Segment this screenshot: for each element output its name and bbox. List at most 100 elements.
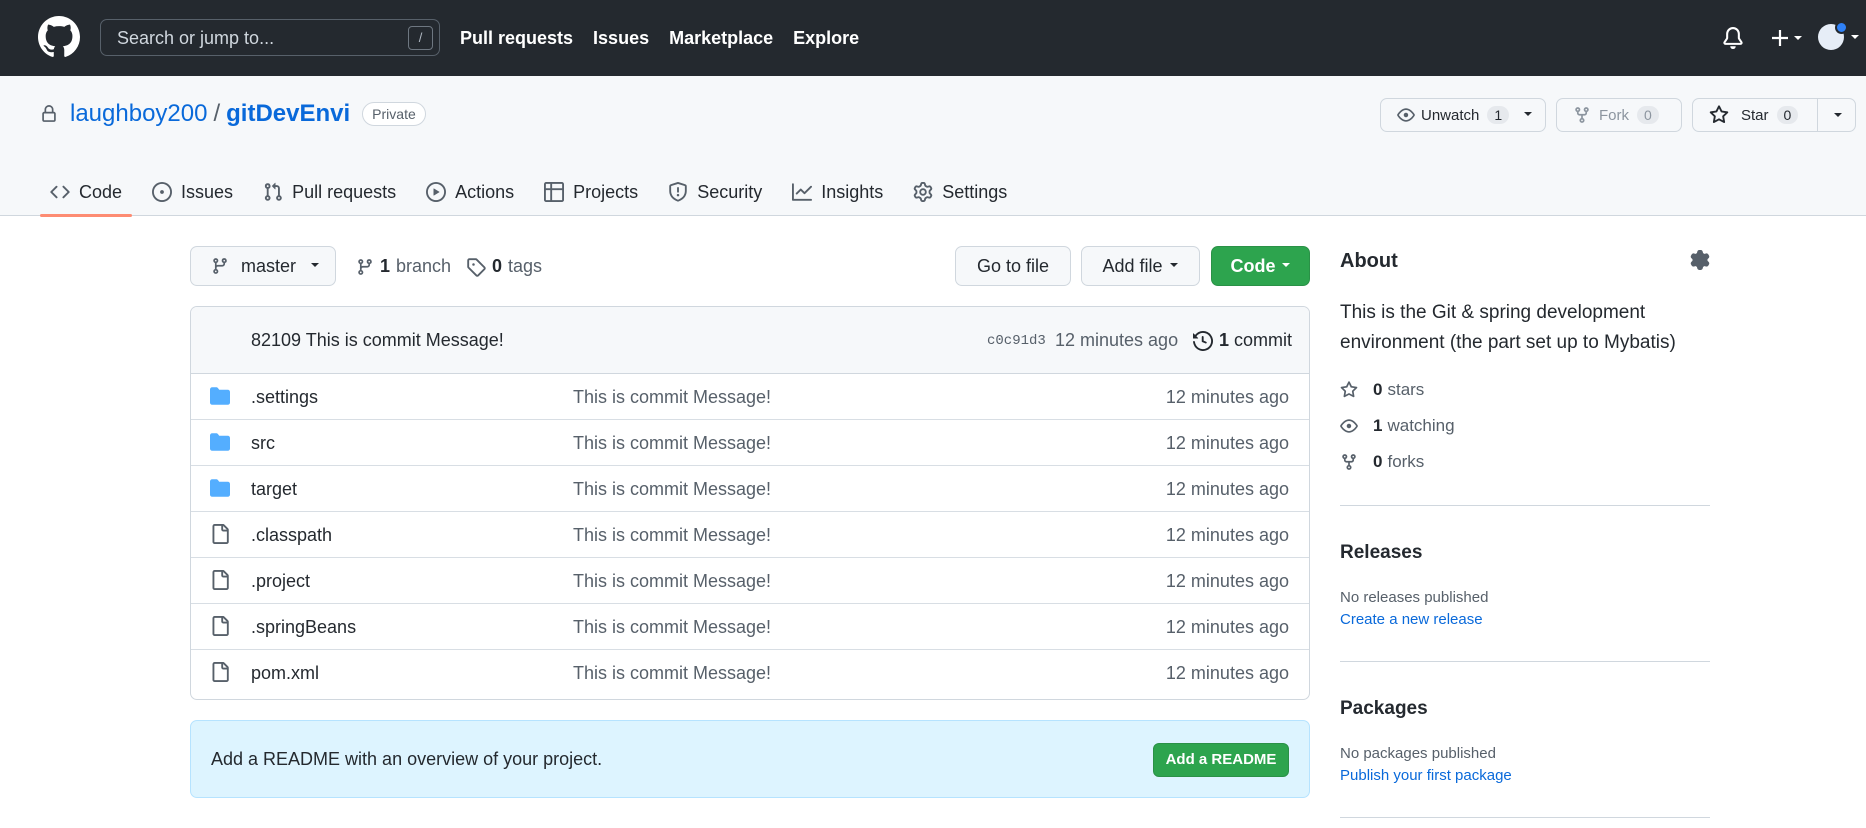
repo-name-link[interactable]: gitDevEnvi xyxy=(226,100,350,128)
nav-link-marketplace[interactable]: Marketplace xyxy=(669,28,773,49)
fork-button[interactable]: Fork 0 xyxy=(1556,98,1682,132)
code-button[interactable]: Code xyxy=(1211,246,1310,286)
tab-security[interactable]: Security xyxy=(658,168,772,216)
tab-actions[interactable]: Actions xyxy=(416,168,524,216)
file-commit-message[interactable]: This is commit Message! xyxy=(573,617,771,638)
file-name[interactable]: pom.xml xyxy=(251,663,319,684)
github-logo-icon[interactable] xyxy=(38,16,80,58)
file-commit-time: 12 minutes ago xyxy=(1165,525,1289,545)
tab-insights[interactable]: Insights xyxy=(782,168,893,216)
tab-projects[interactable]: Projects xyxy=(534,168,648,216)
forks-count: 0 xyxy=(1373,452,1383,471)
file-commit-message[interactable]: This is commit Message! xyxy=(573,663,771,684)
notification-dot-icon xyxy=(1835,21,1848,34)
unwatch-button[interactable]: Unwatch 1 xyxy=(1380,98,1546,132)
watching-count: 1 xyxy=(1373,416,1383,435)
file-commit-message[interactable]: This is commit Message! xyxy=(573,525,771,546)
file-commit-message[interactable]: This is commit Message! xyxy=(573,433,771,454)
tab-label: Projects xyxy=(573,181,639,202)
fork-counter: 0 xyxy=(1637,106,1659,124)
eye-icon xyxy=(1340,419,1358,433)
file-name[interactable]: .project xyxy=(251,571,310,592)
issue-icon xyxy=(152,182,173,202)
commit-history-link[interactable]: 1 commit xyxy=(1193,330,1292,351)
file-commit-time: 12 minutes ago xyxy=(1165,387,1289,407)
watching-link[interactable]: 1 watching xyxy=(1340,416,1455,436)
file-row[interactable]: src This is commit Message! 12 minutes a… xyxy=(191,420,1309,466)
commit-time: 12 minutes ago xyxy=(1055,330,1179,350)
file-name[interactable]: .settings xyxy=(251,387,318,408)
branch-select-button[interactable]: master xyxy=(190,246,336,286)
packages-heading[interactable]: Packages xyxy=(1340,698,1428,720)
file-row[interactable]: .classpath This is commit Message! 12 mi… xyxy=(191,512,1309,558)
file-commit-time: 12 minutes ago xyxy=(1165,433,1289,453)
stars-link[interactable]: 0 stars xyxy=(1340,380,1424,400)
tab-label: Insights xyxy=(821,181,884,202)
file-name[interactable]: .springBeans xyxy=(251,617,356,638)
commit-count: 1 xyxy=(1219,330,1230,350)
readme-prompt: Add a README with an overview of your pr… xyxy=(211,749,603,769)
about-heading: About xyxy=(1340,250,1398,272)
file-name[interactable]: target xyxy=(251,479,297,500)
chevron-down-icon xyxy=(1524,112,1533,116)
nav-link-issues[interactable]: Issues xyxy=(593,28,649,49)
tag-icon xyxy=(467,257,486,277)
file-commit-message[interactable]: This is commit Message! xyxy=(573,387,771,408)
file-row[interactable]: .springBeans This is commit Message! 12 … xyxy=(191,604,1309,650)
gear-icon[interactable] xyxy=(1690,250,1710,270)
create-release-link[interactable]: Create a new release xyxy=(1340,611,1483,628)
search-placeholder: Search or jump to... xyxy=(117,28,275,48)
tab-label: Issues xyxy=(181,181,234,202)
bell-icon[interactable] xyxy=(1722,27,1744,49)
tag-word: tags xyxy=(508,256,543,276)
latest-commit-info: 82109 This is commit Message! xyxy=(251,330,504,351)
commit-message[interactable]: This is commit Message! xyxy=(306,330,504,350)
commit-sha[interactable]: c0c91d3 xyxy=(987,333,1046,349)
file-row[interactable]: .project This is commit Message! 12 minu… xyxy=(191,558,1309,604)
code-icon xyxy=(50,185,70,199)
add-readme-button[interactable]: Add a README xyxy=(1153,743,1289,777)
stars-word: stars xyxy=(1387,380,1425,399)
forks-link[interactable]: 0 forks xyxy=(1340,452,1424,472)
repo-path-separator: / xyxy=(213,100,221,127)
file-name[interactable]: src xyxy=(251,433,275,454)
chevron-down-icon[interactable] xyxy=(1833,112,1843,120)
readme-banner: Add a README with an overview of your pr… xyxy=(190,720,1310,798)
sidebar-divider xyxy=(1340,505,1710,506)
file-icon xyxy=(212,570,229,590)
nav-link-explore[interactable]: Explore xyxy=(793,28,859,49)
file-row[interactable]: target This is commit Message! 12 minute… xyxy=(191,466,1309,512)
tab-settings[interactable]: Settings xyxy=(903,168,1017,216)
create-new-plus-icon[interactable] xyxy=(1770,26,1806,50)
stars-count: 0 xyxy=(1373,380,1383,399)
repo-description: This is the Git & spring development env… xyxy=(1340,302,1676,353)
add-file-button[interactable]: Add file xyxy=(1081,246,1200,286)
avatar-caret-icon[interactable] xyxy=(1850,34,1860,42)
file-row[interactable]: .settings This is commit Message! 12 min… xyxy=(191,374,1309,420)
tab-code[interactable]: Code xyxy=(40,168,133,217)
file-icon xyxy=(212,616,229,636)
tab-label: Settings xyxy=(942,181,1008,202)
file-commit-message[interactable]: This is commit Message! xyxy=(573,479,771,500)
star-button[interactable]: Star 0 xyxy=(1692,98,1856,132)
repo-owner-link[interactable]: laughboy200 xyxy=(70,100,207,128)
search-input[interactable]: Search or jump to... / xyxy=(100,19,440,56)
publish-package-link[interactable]: Publish your first package xyxy=(1340,767,1512,784)
go-to-file-button[interactable]: Go to file xyxy=(955,246,1071,286)
branch-icon xyxy=(213,258,227,274)
tags-link[interactable]: 0 tags xyxy=(466,256,542,277)
commit-author[interactable]: 82109 xyxy=(251,330,301,350)
branch-word: branch xyxy=(396,256,452,276)
top-nav: Search or jump to... / Pull requests Iss… xyxy=(0,0,1866,76)
file-row[interactable]: pom.xml This is commit Message! 12 minut… xyxy=(191,650,1309,696)
tab-pull-requests[interactable]: Pull requests xyxy=(253,168,406,216)
nav-link-pull-requests[interactable]: Pull requests xyxy=(460,28,573,49)
tab-label: Security xyxy=(697,181,763,202)
file-commit-time: 12 minutes ago xyxy=(1165,571,1289,591)
file-icon xyxy=(212,524,229,544)
file-name[interactable]: .classpath xyxy=(251,525,332,546)
file-commit-message[interactable]: This is commit Message! xyxy=(573,571,771,592)
releases-heading[interactable]: Releases xyxy=(1340,542,1422,564)
tab-issues[interactable]: Issues xyxy=(142,168,243,216)
branches-link[interactable]: 1 branch xyxy=(356,256,451,277)
